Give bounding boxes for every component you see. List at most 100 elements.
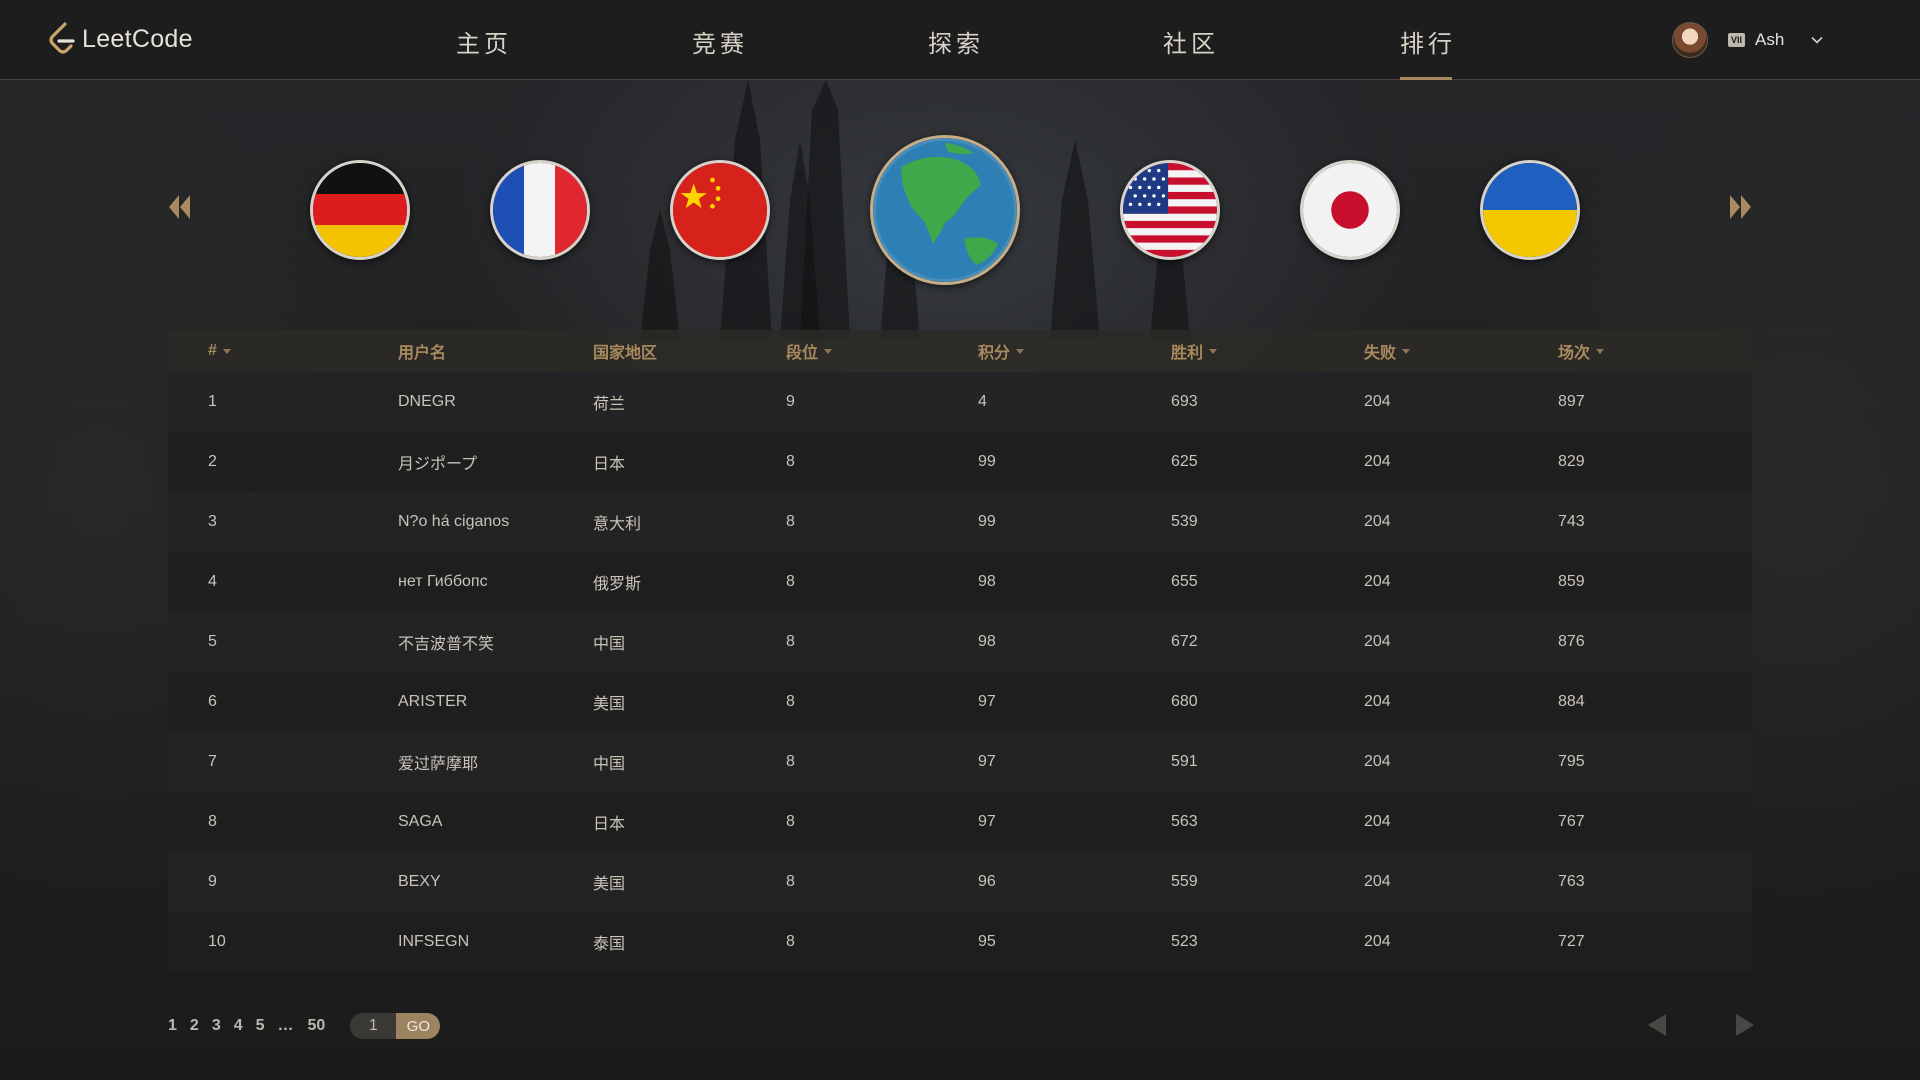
next-page-icon[interactable]: [1734, 1012, 1756, 1038]
cell-matches: 876: [1558, 633, 1585, 650]
cell-matches: 763: [1558, 873, 1585, 890]
table-row[interactable]: 7 爱过萨摩耶 中国 8 97 591 204 795: [168, 732, 1752, 792]
cell-tier: 9: [786, 393, 795, 410]
cell-region: 意大利: [593, 516, 642, 533]
page-4[interactable]: 4: [234, 1017, 243, 1035]
cell-matches: 859: [1558, 573, 1585, 590]
cell-username[interactable]: 不吉波普不笑: [398, 630, 494, 654]
usa-flag-icon[interactable]: [1120, 160, 1220, 260]
cell-region: 泰国: [593, 936, 626, 953]
sort-caret-icon[interactable]: [1402, 348, 1411, 354]
page-3[interactable]: 3: [212, 1017, 221, 1035]
cell-region: 日本: [593, 456, 626, 473]
page-50[interactable]: 50: [308, 1017, 326, 1035]
header-region: 国家地区: [593, 345, 658, 362]
carousel-prev-icon[interactable]: [166, 192, 192, 222]
cell-losses: 204: [1364, 693, 1391, 710]
cell-region: 美国: [593, 696, 626, 713]
nav-community[interactable]: 社区: [1163, 24, 1219, 80]
globe-icon[interactable]: [870, 135, 1020, 285]
cell-username[interactable]: нет Гиббопс: [398, 573, 488, 591]
page-1[interactable]: 1: [168, 1017, 177, 1035]
cell-rank: 10: [208, 933, 226, 950]
cell-points: 97: [978, 753, 996, 770]
header-losses[interactable]: 失败: [1364, 339, 1411, 363]
page-5[interactable]: 5: [256, 1017, 265, 1035]
cell-tier: 8: [786, 633, 795, 650]
table-row[interactable]: 4 нет Гиббопс 俄罗斯 8 98 655 204 859: [168, 552, 1752, 612]
table-row[interactable]: 10 INFSEGN 泰国 8 95 523 204 727: [168, 912, 1752, 972]
table-row[interactable]: 2 月ジポープ 日本 8 99 625 204 829: [168, 432, 1752, 492]
cell-wins: 523: [1171, 933, 1198, 950]
sort-caret-icon[interactable]: [824, 348, 833, 354]
cell-username[interactable]: INFSEGN: [398, 933, 469, 951]
cell-points: 97: [978, 693, 996, 710]
table-row[interactable]: 5 不吉波普不笑 中国 8 98 672 204 876: [168, 612, 1752, 672]
header-rank[interactable]: #: [208, 342, 231, 360]
cell-username[interactable]: N?o há ciganos: [398, 513, 509, 531]
page-ellipsis: …: [277, 1017, 295, 1034]
pagination: 1 2 3 4 5 … 50 GO: [168, 1013, 441, 1039]
avatar[interactable]: [1672, 22, 1708, 58]
sort-caret-icon[interactable]: [222, 348, 231, 354]
cell-points: 99: [978, 453, 996, 470]
cell-tier: 8: [786, 873, 795, 890]
cell-tier: 8: [786, 453, 795, 470]
cell-username[interactable]: 月ジポープ: [398, 450, 477, 474]
france-flag-icon[interactable]: [490, 160, 590, 260]
chevron-down-icon[interactable]: [1810, 33, 1824, 47]
user-menu[interactable]: VII Ash: [1672, 22, 1824, 58]
header-matches[interactable]: 场次: [1558, 339, 1605, 363]
cell-points: 99: [978, 513, 996, 530]
sort-caret-icon[interactable]: [1596, 348, 1605, 354]
cell-username[interactable]: BEXY: [398, 873, 441, 891]
cell-matches: 727: [1558, 933, 1585, 950]
leetcode-logo[interactable]: LeetCode: [48, 22, 193, 56]
cell-username[interactable]: 爱过萨摩耶: [398, 750, 478, 774]
brand-name: LeetCode: [82, 24, 193, 53]
cell-points: 98: [978, 633, 996, 650]
carousel-next-icon[interactable]: [1728, 192, 1754, 222]
china-flag-icon[interactable]: [670, 160, 770, 260]
nav-ranking[interactable]: 排行: [1400, 24, 1456, 80]
japan-flag-icon[interactable]: [1300, 160, 1400, 260]
cell-username[interactable]: DNEGR: [398, 393, 456, 411]
table-row[interactable]: 6 ARISTER 美国 8 97 680 204 884: [168, 672, 1752, 732]
nav-explore[interactable]: 探索: [928, 24, 984, 80]
leetcode-logo-icon: [49, 22, 75, 54]
table-row[interactable]: 8 SAGA 日本 8 97 563 204 767: [168, 792, 1752, 852]
nav-contest[interactable]: 竞赛: [692, 24, 748, 80]
header-points[interactable]: 积分: [978, 339, 1025, 363]
table-row[interactable]: 1 DNEGR 荷兰 9 4 693 204 897: [168, 372, 1752, 432]
cell-tier: 8: [786, 693, 795, 710]
prev-page-icon[interactable]: [1646, 1012, 1668, 1038]
header-username: 用户名: [398, 345, 447, 362]
cell-username[interactable]: ARISTER: [398, 693, 467, 711]
username: Ash: [1755, 30, 1785, 49]
cell-losses: 204: [1364, 633, 1391, 650]
cell-rank: 7: [208, 753, 217, 770]
cell-points: 97: [978, 813, 996, 830]
header-tier[interactable]: 段位: [786, 339, 833, 363]
table-row[interactable]: 9 BEXY 美国 8 96 559 204 763: [168, 852, 1752, 912]
cell-region: 中国: [593, 756, 626, 773]
cell-points: 95: [978, 933, 996, 950]
go-button[interactable]: GO: [396, 1013, 441, 1039]
page-jump-input[interactable]: [350, 1013, 397, 1039]
ukraine-flag-icon[interactable]: [1480, 160, 1580, 260]
table-row[interactable]: 3 N?o há ciganos 意大利 8 99 539 204 743: [168, 492, 1752, 552]
cell-rank: 3: [208, 513, 217, 530]
sort-caret-icon[interactable]: [1209, 348, 1218, 354]
cell-region: 俄罗斯: [593, 576, 642, 593]
cell-username[interactable]: SAGA: [398, 813, 442, 831]
sort-caret-icon[interactable]: [1016, 348, 1025, 354]
cell-wins: 591: [1171, 753, 1198, 770]
header-wins[interactable]: 胜利: [1171, 339, 1218, 363]
cell-matches: 743: [1558, 513, 1585, 530]
cell-matches: 884: [1558, 693, 1585, 710]
cell-region: 荷兰: [593, 396, 626, 413]
nav-home[interactable]: 主页: [456, 24, 512, 80]
page-2[interactable]: 2: [190, 1017, 199, 1035]
cell-rank: 5: [208, 633, 217, 650]
germany-flag-icon[interactable]: [310, 160, 410, 260]
